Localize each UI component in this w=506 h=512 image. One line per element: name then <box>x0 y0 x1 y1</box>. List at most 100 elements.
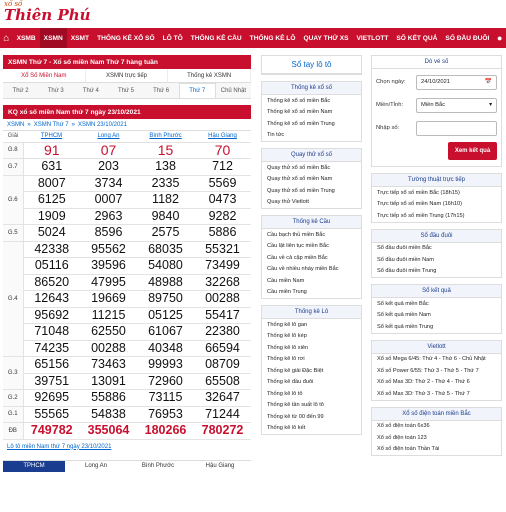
sidebar-link[interactable]: Trực tiếp xổ số miền Trung (17h15) <box>372 210 501 222</box>
sidebar-link[interactable]: Xổ số Max 3D: Thứ 3 - Thứ 5 - Thứ 7 <box>372 388 501 400</box>
sidebar-link[interactable]: Xổ số Max 3D: Thứ 2 - Thứ 4 - Thứ 6 <box>372 377 501 389</box>
tab-thu-3[interactable]: Thứ 3 <box>38 83 73 98</box>
sidebar-link[interactable]: Thống kê tần suất lô tô <box>262 400 361 412</box>
prize-number: 12643 <box>23 290 80 308</box>
prize-number: 70 <box>194 142 251 159</box>
loto-tab[interactable]: Hậu Giang <box>189 459 251 472</box>
col-province[interactable]: Bình Phước <box>137 131 194 143</box>
breadcrumb-date[interactable]: XSMN 23/10/2021 <box>78 122 127 128</box>
user-icon[interactable]: ● <box>493 28 506 48</box>
sidebar-link[interactable]: Quay thử Vietlott <box>262 197 361 209</box>
sidebar-link[interactable]: Sổ kết quả miền Trung <box>372 321 501 333</box>
prize-number: 8596 <box>80 224 137 242</box>
sidebar-link[interactable]: Thống kê xổ số miền Bắc <box>262 95 361 107</box>
prize-number: 780272 <box>194 422 251 440</box>
breadcrumb-xsmn-thu-7[interactable]: XSMN Thứ 7 <box>34 122 69 128</box>
view-results-button[interactable]: Xem kết quả <box>448 142 497 160</box>
tab-thu-6[interactable]: Thứ 6 <box>144 83 179 98</box>
sidebar-link[interactable]: Xổ số Mega 6/45: Thứ 4 - Thứ 6 - Chủ Nhậ… <box>372 354 501 366</box>
box-title: Quay thử xổ số <box>262 149 361 162</box>
prize-name: G.3 <box>3 356 24 390</box>
prize-row: G.6 8007 3734 2335 5569 <box>3 175 251 225</box>
loto-tab[interactable]: Long An <box>65 459 127 472</box>
sidebar-link[interactable]: Thống kê lô rơi <box>262 354 361 366</box>
loto-link[interactable]: Lô tô miền Nam thứ 7 ngày 23/10/2021 <box>3 444 251 450</box>
sidebar-link[interactable]: Sổ đầu đuôi miền Trung <box>372 266 501 278</box>
sidebar-link[interactable]: Thống kê lô gan <box>262 319 361 331</box>
tab-xsmn-truc-tiep[interactable]: XSMN trực tiếp <box>86 69 169 82</box>
breadcrumb-sep: » <box>71 121 75 128</box>
number-input[interactable] <box>416 120 497 136</box>
sidebar-link[interactable]: Thống kê lô kép <box>262 331 361 343</box>
sidebar-link[interactable]: Thống kê đầu đuôi <box>262 377 361 389</box>
col-province[interactable]: Long An <box>80 131 137 143</box>
nav-lo-to[interactable]: LÔ TÔ <box>159 28 187 48</box>
sidebar-link[interactable]: Xổ số Power 6/55: Thứ 3 - Thứ 5 - Thứ 7 <box>372 365 501 377</box>
box-title: Xổ số điện toán miền Bắc <box>372 407 501 421</box>
sidebar-link[interactable]: Cầu về nhiều nháy miền Bắc <box>262 264 361 276</box>
box-title: Sổ kết quả <box>372 285 501 298</box>
tab-thong-ke-xsmn[interactable]: Thống kê XSMN <box>168 69 252 82</box>
loto-tab[interactable]: TPHCM <box>3 459 65 472</box>
site-logo[interactable]: xổ số Thiên Phú <box>4 0 94 28</box>
middle-sidebar: Sổ tay lô tô Thống kê xổ số Thống kê xổ … <box>261 55 362 441</box>
sidebar-link[interactable]: Thống kê xổ số miền Nam <box>262 107 361 119</box>
prize-number: 5886 <box>194 224 251 242</box>
prize-number: 47995 <box>80 274 137 291</box>
prize-number: 0007 <box>80 191 137 209</box>
tab-thu-7[interactable]: Thứ 7 <box>178 83 216 98</box>
sidebar-link[interactable]: Cầu bạch thủ miền Bắc <box>262 229 361 241</box>
tab-xo-so-mien-nam[interactable]: Xổ Số Miền Nam <box>3 69 86 82</box>
sidebar-link[interactable]: Xổ số điện toán 6x36 <box>372 421 501 433</box>
nav-so-dau-duoi[interactable]: SỐ ĐẦU ĐUÔI <box>441 28 493 48</box>
sidebar-link[interactable]: Quay thử xổ số miền Bắc <box>262 162 361 174</box>
nav-xsmb[interactable]: XSMB <box>13 28 40 48</box>
sidebar-link[interactable]: Sổ kết quả miền Bắc <box>372 298 501 310</box>
sidebar-link[interactable]: Xổ số điện toán Thần Tài <box>372 444 501 456</box>
nav-vietlott[interactable]: VIETLOTT <box>353 28 393 48</box>
sidebar-link[interactable]: Thống kê giải Đặc Biệt <box>262 365 361 377</box>
sidebar-link[interactable]: Cầu miền Trung <box>262 287 361 299</box>
sidebar-link[interactable]: Sổ đầu đuôi miền Nam <box>372 254 501 266</box>
nav-thong-ke-lo[interactable]: THỐNG KÊ LÔ <box>246 28 300 48</box>
thong-ke-box: Thống kê xổ số Thống kê xổ số miền Bắc Th… <box>261 81 362 142</box>
nav-quay-thu[interactable]: QUAY THỬ XS <box>299 28 352 48</box>
tab-thu-4[interactable]: Thứ 4 <box>73 83 108 98</box>
home-icon[interactable]: ⌂ <box>0 28 13 48</box>
tab-thu-5[interactable]: Thứ 5 <box>108 83 143 98</box>
calendar-icon[interactable]: 📅 <box>485 79 492 85</box>
sidebar-link[interactable]: Cầu lật liên tục miền Bắc <box>262 241 361 253</box>
col-province[interactable]: Hậu Giang <box>194 131 251 143</box>
sidebar-link[interactable]: Thống kê xổ số miền Trung <box>262 118 361 130</box>
sidebar-link[interactable]: Cầu miền Nam <box>262 275 361 287</box>
sidebar-link[interactable]: Tin tức <box>262 130 361 142</box>
sidebar-link[interactable]: Xổ số điện toán 123 <box>372 432 501 444</box>
sidebar-link[interactable]: Thống kê từ 00 đến 99 <box>262 411 361 423</box>
sidebar-link[interactable]: Thống kê lô xiên <box>262 342 361 354</box>
sidebar-link[interactable]: Quay thử xổ số miền Nam <box>262 174 361 186</box>
sidebar-link[interactable]: Thống kê lô kết <box>262 423 361 435</box>
region-select[interactable]: Miền Bắc ▾ <box>416 97 497 113</box>
prize-row: G.1 55565 54838 76953 71244 <box>3 406 251 423</box>
sidebar-link[interactable]: Quay thử xổ số miền Trung <box>262 185 361 197</box>
prize-number: 54080 <box>137 257 194 275</box>
tab-chu-nhat[interactable]: Chủ Nhật <box>216 83 251 98</box>
nav-xsmn[interactable]: XSMN <box>39 28 67 48</box>
nav-so-ket-qua[interactable]: SỐ KẾT QUẢ <box>392 28 441 48</box>
sidebar-link[interactable]: Trực tiếp xổ số miền Nam (16h10) <box>372 199 501 211</box>
sidebar-link[interactable]: Sổ đầu đuôi miền Bắc <box>372 243 501 255</box>
nav-xsmt[interactable]: XSMT <box>67 28 93 48</box>
sidebar-link[interactable]: Trực tiếp xổ số miền Bắc (18h15) <box>372 187 501 199</box>
date-input[interactable]: 24/10/2021 📅 <box>416 74 497 90</box>
nav-thong-ke-cau[interactable]: THỐNG KÊ CẦU <box>187 28 246 48</box>
sidebar-link[interactable]: Sổ kết quả miền Nam <box>372 310 501 322</box>
loto-tab[interactable]: Bình Phước <box>127 459 189 472</box>
breadcrumb-xsmn[interactable]: XSMN <box>7 122 24 128</box>
so-tay-title[interactable]: Sổ tay lô tô <box>262 56 361 74</box>
tab-thu-2[interactable]: Thứ 2 <box>3 83 38 98</box>
prize-number: 5569 <box>194 175 251 192</box>
nav-thong-ke-xo-so[interactable]: THỐNG KÊ XỔ SỐ <box>93 28 159 48</box>
col-province[interactable]: TPHCM <box>23 131 80 143</box>
sidebar-link[interactable]: Thống kê lô tô <box>262 388 361 400</box>
sidebar-link[interactable]: Cầu về cả cặp miền Bắc <box>262 252 361 264</box>
